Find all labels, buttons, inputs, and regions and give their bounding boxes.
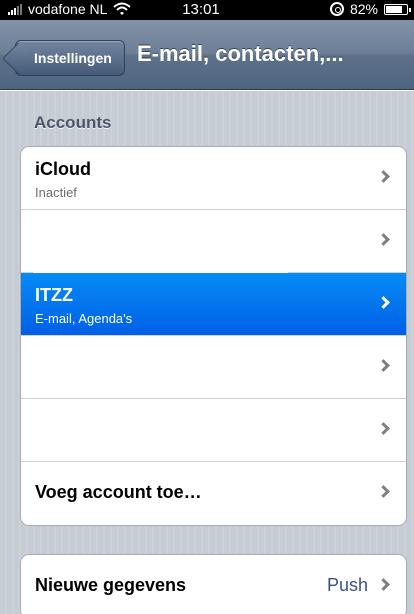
fetch-new-data-row[interactable]: Nieuwe gegevens Push — [21, 555, 406, 614]
chevron-right-icon — [377, 359, 390, 372]
rotation-lock-icon — [329, 2, 344, 16]
account-row-redacted-3[interactable] — [21, 399, 406, 462]
account-row-icloud[interactable]: iCloud Inactief — [21, 147, 406, 210]
account-title: ITZZ — [35, 285, 73, 305]
page-title: E-mail, contacten,... — [137, 41, 344, 66]
add-account-row[interactable]: Voeg account toe… — [21, 462, 406, 525]
account-row-redacted-2[interactable] — [21, 336, 406, 399]
fetch-value: Push — [326, 575, 368, 595]
chevron-right-icon — [377, 170, 390, 183]
navigation-bar: Instellingen E-mail, contacten,... — [0, 20, 414, 90]
chevron-right-icon — [377, 485, 390, 498]
battery-percent: 82% — [349, 1, 378, 17]
chevron-right-icon — [377, 233, 390, 246]
settings-content[interactable]: Accounts iCloud Inactief ITZZ E-mail, Ag… — [0, 91, 414, 614]
accounts-list: iCloud Inactief ITZZ E-mail, Agenda's Vo… — [20, 146, 407, 526]
fetch-settings-list: Nieuwe gegevens Push — [20, 554, 407, 614]
redacted-block — [33, 340, 153, 392]
account-subtitle: E-mail, Agenda's — [35, 311, 133, 326]
account-title: iCloud — [35, 159, 91, 179]
back-button[interactable]: Instellingen — [15, 40, 125, 76]
accounts-header: Accounts — [34, 113, 112, 132]
add-account-label: Voeg account toe… — [35, 482, 202, 502]
chevron-right-icon — [377, 422, 390, 435]
status-bar: vodafone NL 13:01 82% — [0, 0, 414, 20]
redacted-block — [33, 409, 161, 455]
account-row-redacted-1[interactable] — [21, 210, 406, 274]
back-button-label: Instellingen — [34, 50, 112, 66]
account-subtitle: Inactief — [35, 185, 77, 200]
fetch-label: Nieuwe gegevens — [35, 575, 187, 595]
battery-icon — [384, 3, 411, 15]
chevron-right-icon — [377, 296, 390, 309]
account-row-itzz[interactable]: ITZZ E-mail, Agenda's — [21, 273, 406, 336]
status-right: 82% — [329, 1, 411, 17]
chevron-right-icon — [377, 578, 390, 591]
redacted-block — [33, 224, 288, 274]
